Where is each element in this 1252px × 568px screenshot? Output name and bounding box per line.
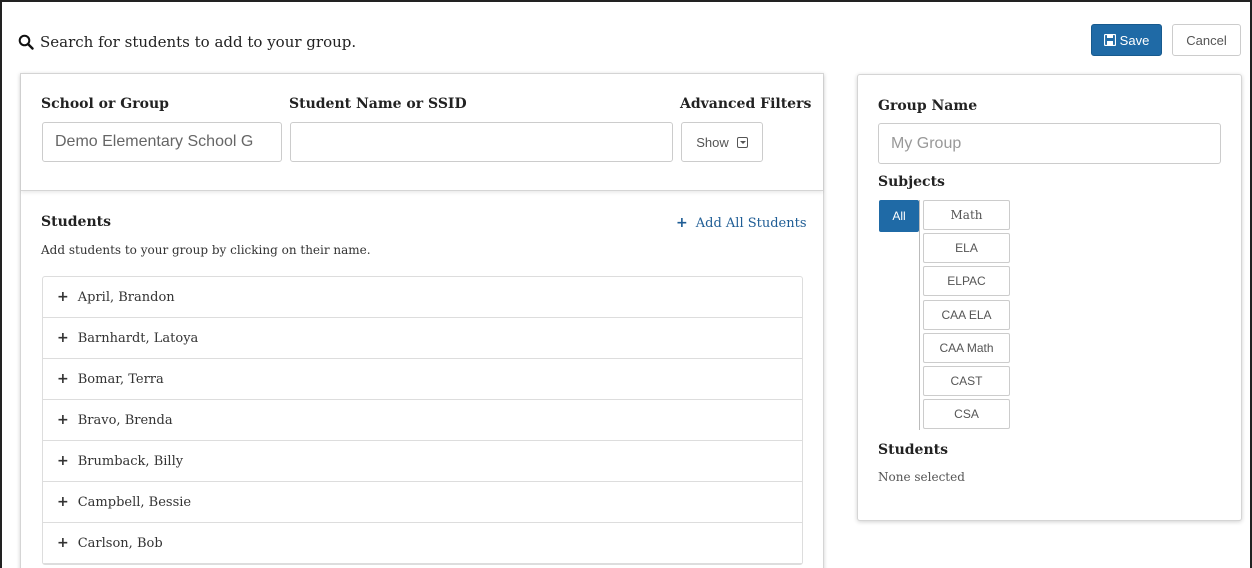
plus-icon: + [57,535,69,551]
student-row[interactable]: + Bravo, Brenda [43,400,802,441]
plus-icon: + [676,215,688,231]
subject-cast-button[interactable]: CAST [923,366,1010,396]
floppy-disk-icon [1103,34,1116,46]
student-row[interactable]: + Barnhardt, Latoya [43,318,802,359]
student-row[interactable]: + Carlson, Bob [43,523,802,564]
student-name: Campbell, Bessie [77,494,192,510]
plus-icon: + [57,371,69,387]
subject-elpac-button[interactable]: ELPAC [923,266,1010,296]
group-name-input[interactable]: My Group [878,123,1221,164]
cancel-button[interactable]: Cancel [1172,24,1241,56]
show-filters-label: Show [696,134,729,150]
plus-icon: + [57,412,69,428]
student-row[interactable]: + Campbell, Bessie [43,482,802,523]
subject-all-button[interactable]: All [879,200,919,232]
subjects-divider [919,200,920,430]
subject-caa-ela-button[interactable]: CAA ELA [923,300,1010,330]
student-name: Carlson, Bob [77,535,163,551]
group-details-panel: Group Name My Group Subjects All Math EL… [857,74,1242,521]
save-button[interactable]: Save [1091,24,1162,56]
student-search-input[interactable] [290,122,673,162]
student-list: + April, Brandon + Barnhardt, Latoya + Boma… [42,276,803,565]
filters-section: School or Group Demo Elementary School G… [21,74,823,191]
search-header-text: Search for students to add to your group… [40,33,357,51]
plus-icon: + [57,330,69,346]
plus-icon: + [57,494,69,510]
student-name: Bravo, Brenda [77,412,173,428]
search-header: Search for students to add to your group… [18,33,356,51]
student-name: Brumback, Billy [77,453,184,469]
add-all-students-label: Add All Students [695,215,807,231]
school-label: School or Group [41,96,169,112]
advanced-filters-label: Advanced Filters [680,96,812,112]
selected-students-label: Students [878,442,948,458]
group-name-label: Group Name [878,98,978,114]
selected-students-status: None selected [878,470,965,484]
search-icon [18,34,34,50]
caret-square-down-icon [736,136,748,148]
plus-icon: + [57,453,69,469]
student-search-panel: School or Group Demo Elementary School G… [20,73,824,568]
show-filters-button[interactable]: Show [681,122,763,162]
student-name: Barnhardt, Latoya [77,330,199,346]
plus-icon: + [57,289,69,305]
subject-csa-button[interactable]: CSA [923,399,1010,429]
student-name: April, Brandon [77,289,175,305]
student-row[interactable]: + Bomar, Terra [43,359,802,400]
student-row[interactable]: + April, Brandon [43,277,802,318]
subject-math-button[interactable]: Math [923,200,1010,230]
students-title: Students [41,214,111,230]
subject-caa-math-button[interactable]: CAA Math [923,333,1010,363]
student-search-label: Student Name or SSID [289,96,467,112]
save-button-label: Save [1119,32,1150,48]
subjects-label: Subjects [878,174,945,190]
subject-ela-button[interactable]: ELA [923,233,1010,263]
student-row[interactable]: + Brumback, Billy [43,441,802,482]
add-all-students-link[interactable]: + Add All Students [676,215,807,231]
students-help-text: Add students to your group by clicking o… [41,243,371,257]
student-name: Bomar, Terra [77,371,164,387]
school-select[interactable]: Demo Elementary School G [42,122,282,162]
